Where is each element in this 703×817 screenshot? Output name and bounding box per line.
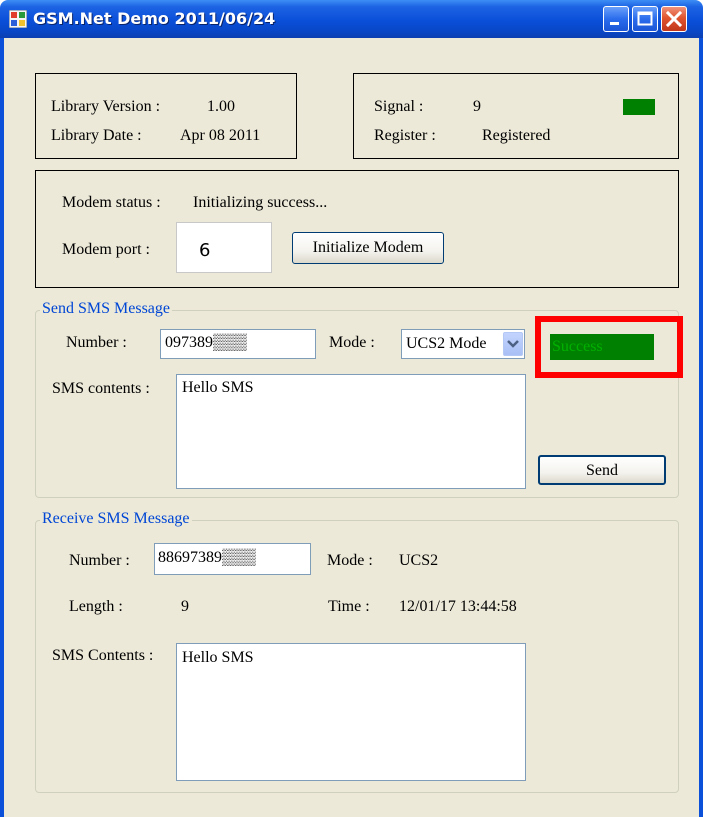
highlight-annotation-box — [535, 316, 683, 378]
close-button[interactable] — [661, 6, 687, 32]
receive-contents-label: SMS Contents : — [52, 647, 154, 664]
app-window-icon — [9, 10, 27, 28]
receive-time-label: Time : — [328, 598, 370, 615]
library-version-label: Library Version : — [51, 98, 161, 115]
send-number-input[interactable]: 097389▒▒▒ — [160, 329, 316, 359]
maximize-icon — [637, 11, 653, 26]
initialize-modem-button[interactable]: Initialize Modem — [292, 232, 444, 264]
library-date-value: Apr 08 2011 — [180, 127, 261, 144]
signal-label: Signal : — [374, 98, 424, 115]
library-version-value: 1.00 — [207, 98, 235, 115]
register-label: Register : — [374, 127, 436, 144]
receive-length-value: 9 — [181, 598, 189, 615]
window-border-right — [699, 38, 703, 817]
library-date-label: Library Date : — [51, 127, 142, 144]
receive-time-value: 12/01/17 13:44:58 — [399, 598, 517, 615]
send-number-label: Number : — [66, 334, 127, 351]
receive-sms-legend: Receive SMS Message — [40, 510, 192, 528]
dropdown-button[interactable] — [503, 332, 523, 356]
receive-contents-textarea[interactable]: Hello SMS — [176, 643, 526, 781]
send-mode-selected: UCS2 Mode — [406, 335, 487, 352]
maximize-button[interactable] — [632, 6, 658, 32]
receive-mode-label: Mode : — [327, 552, 373, 569]
send-contents-textarea[interactable]: Hello SMS — [176, 374, 526, 489]
send-mode-label: Mode : — [329, 334, 375, 351]
receive-number-label: Number : — [69, 552, 130, 569]
modem-status-label: Modem status : — [62, 194, 161, 211]
modem-port-label: Modem port : — [62, 241, 150, 258]
modem-panel — [35, 170, 679, 288]
send-contents-label: SMS contents : — [52, 380, 150, 397]
signal-indicator — [623, 99, 655, 115]
signal-value: 9 — [473, 98, 481, 115]
send-mode-select[interactable]: UCS2 Mode — [401, 329, 525, 359]
window-title: GSM.Net Demo 2011/06/24 — [33, 9, 276, 28]
register-value: Registered — [482, 127, 551, 144]
receive-length-label: Length : — [69, 598, 123, 615]
send-sms-legend: Send SMS Message — [40, 300, 173, 318]
modem-port-input[interactable]: 6 — [176, 222, 272, 273]
minimize-icon — [610, 22, 619, 25]
receive-number-input[interactable]: 88697389▒▒▒ — [154, 543, 311, 575]
title-bar[interactable]: GSM.Net Demo 2011/06/24 — [0, 0, 703, 38]
receive-mode-value: UCS2 — [399, 552, 439, 569]
send-button[interactable]: Send — [538, 455, 666, 485]
close-icon — [665, 10, 683, 28]
chevron-down-icon — [507, 340, 519, 348]
minimize-button[interactable] — [603, 6, 629, 32]
modem-status-value: Initializing success... — [193, 194, 328, 211]
